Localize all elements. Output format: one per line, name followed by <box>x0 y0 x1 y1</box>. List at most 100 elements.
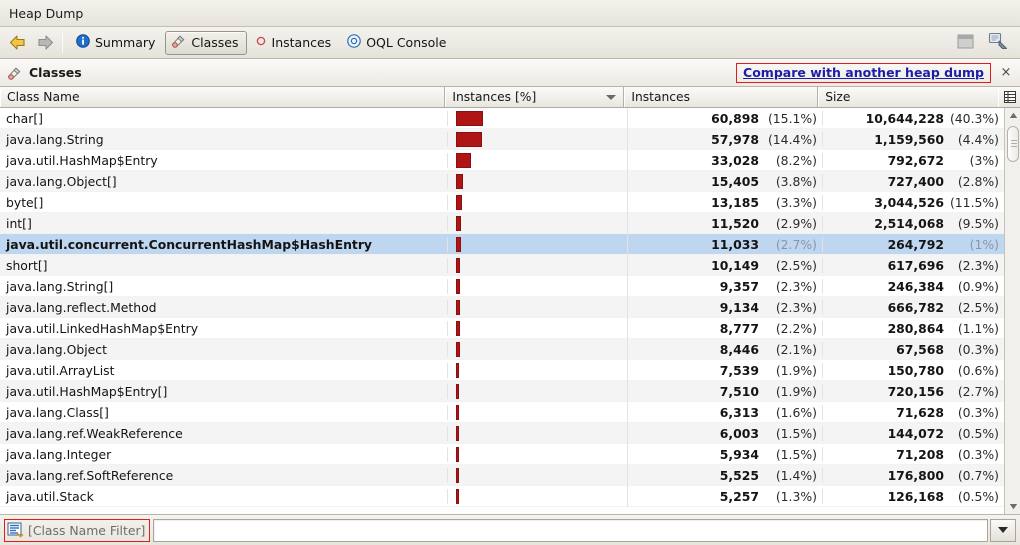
cell-class-name: java.util.Stack <box>0 488 448 504</box>
size-percent: (40.3%) <box>949 110 999 126</box>
size-percent: (0.7%) <box>957 467 999 483</box>
table-row[interactable]: java.lang.Class[] 6,313 (1.6%) 71,628 (0.3%) <box>0 401 1020 423</box>
filter-icon[interactable] <box>7 522 24 538</box>
instances-percent-bar <box>456 467 459 483</box>
table-row[interactable]: short[] 10,149 (2.5%) 617,696 (2.3%) <box>0 254 1020 276</box>
chevron-down-icon <box>998 527 1008 533</box>
instances-percent: (2.3%) <box>775 299 817 315</box>
instances-value: 13,185 <box>711 194 759 210</box>
heap-dump-window: Heap Dump Summary Classes Instances OQL … <box>0 0 1020 545</box>
column-header-instances[interactable]: Instances <box>624 87 819 107</box>
column-chooser-icon[interactable] <box>998 87 1020 107</box>
instances-percent: (1.6%) <box>775 404 817 420</box>
tab-classes[interactable]: Classes <box>165 30 247 55</box>
instances-percent: (1.5%) <box>775 425 817 441</box>
cell-size: 71,208 (0.3%) <box>823 447 1004 462</box>
table-row[interactable]: java.lang.ref.SoftReference 5,525 (1.4%) 17… <box>0 464 1020 486</box>
table-column-headers: Class Name Instances [%] Instances Size <box>0 87 1020 108</box>
window-icon[interactable] <box>957 33 974 53</box>
size-value: 126,168 <box>887 488 944 504</box>
instances-percent-bar <box>456 320 460 336</box>
column-header-instances-pct[interactable]: Instances [%] <box>445 87 625 107</box>
instances-percent-bar <box>456 131 482 147</box>
size-percent: (4.4%) <box>957 131 999 147</box>
instances-percent: (2.2%) <box>775 320 817 336</box>
tab-instances[interactable]: Instances <box>249 31 340 55</box>
filter-history-dropdown-button[interactable] <box>990 518 1016 542</box>
table-row[interactable]: java.lang.String[] 9,357 (2.3%) 246,384 (0.9… <box>0 275 1020 297</box>
table-row[interactable]: java.util.HashMap$Entry 33,028 (8.2%) 792,6… <box>0 149 1020 171</box>
back-arrow-icon[interactable] <box>6 32 28 54</box>
tab-summary-label: Summary <box>95 35 156 50</box>
scrollbar-grip <box>1011 140 1017 148</box>
column-header-size[interactable]: Size <box>818 87 999 107</box>
toolbar-separator <box>62 32 63 53</box>
instances-percent: (3.3%) <box>775 194 817 210</box>
close-icon[interactable]: × <box>997 64 1015 82</box>
toolbar-right-icons <box>957 32 1020 53</box>
table-row[interactable]: java.util.ArrayList 7,539 (1.9%) 150,780 (0.… <box>0 359 1020 381</box>
subheader-actions: Compare with another heap dump × <box>736 62 1020 83</box>
table-row[interactable]: char[] 60,898 (15.1%) 10,644,228 (40.3%) <box>0 108 1020 129</box>
table-row[interactable]: java.util.LinkedHashMap$Entry 8,777 (2.2%)… <box>0 317 1020 339</box>
size-value: 617,696 <box>887 257 944 273</box>
table-row[interactable]: java.lang.ref.WeakReference 6,003 (1.5%) 14… <box>0 422 1020 444</box>
cell-instances: 13,185 (3.3%) <box>628 194 823 210</box>
size-value: 71,208 <box>896 446 944 462</box>
table-row[interactable]: java.util.HashMap$Entry[] 7,510 (1.9%) 720,… <box>0 380 1020 402</box>
cell-instances: 11,520 (2.9%) <box>628 215 823 231</box>
table-row[interactable]: java.util.Stack 5,257 (1.3%) 126,168 (0.5%) <box>0 485 1020 507</box>
cell-class-name: java.lang.ref.SoftReference <box>0 467 448 483</box>
cell-size: 126,168 (0.5%) <box>823 489 1004 504</box>
instances-percent: (15.1%) <box>767 110 817 126</box>
table-row[interactable]: java.util.concurrent.ConcurrentHashMap$H… <box>0 233 1020 255</box>
instances-value: 9,357 <box>719 278 759 294</box>
table-row[interactable]: byte[] 13,185 (3.3%) 3,044,526 (11.5%) <box>0 191 1020 213</box>
size-percent: (1.1%) <box>957 320 999 336</box>
column-header-class-name[interactable]: Class Name <box>0 87 446 107</box>
instances-percent-bar <box>456 278 460 294</box>
cell-instances: 33,028 (8.2%) <box>628 152 823 168</box>
size-value: 666,782 <box>887 299 944 315</box>
compare-heap-dump-highlight: Compare with another heap dump <box>736 62 991 83</box>
classes-icon <box>7 66 22 80</box>
cell-class-name: java.lang.reflect.Method <box>0 299 448 315</box>
scroll-down-icon[interactable] <box>1005 499 1020 514</box>
instances-percent-bar <box>456 152 471 168</box>
table-row[interactable]: java.lang.Integer 5,934 (1.5%) 71,208 (0.3%) <box>0 443 1020 465</box>
cell-class-name: java.util.concurrent.ConcurrentHashMap$H… <box>0 236 448 252</box>
table-vertical-scrollbar[interactable] <box>1004 108 1020 514</box>
cell-instances: 7,510 (1.9%) <box>628 383 823 399</box>
cell-class-name: java.util.HashMap$Entry <box>0 152 448 168</box>
cell-class-name: int[] <box>0 215 448 231</box>
tab-oql-console[interactable]: OQL Console <box>341 31 454 55</box>
cell-class-name: java.lang.String[] <box>0 278 448 294</box>
instances-percent-bar <box>456 299 460 315</box>
size-value: 2,514,068 <box>874 215 944 231</box>
table-row[interactable]: java.lang.reflect.Method 9,134 (2.3%) 666,7… <box>0 296 1020 318</box>
instances-percent-bar <box>456 194 462 210</box>
scroll-up-icon[interactable] <box>1005 108 1020 123</box>
cell-size: 3,044,526 (11.5%) <box>823 195 1004 210</box>
size-percent: (2.8%) <box>957 173 999 189</box>
compare-with-another-heap-dump-link[interactable]: Compare with another heap dump <box>743 65 984 80</box>
class-name-filter-input[interactable] <box>153 518 988 542</box>
sort-descending-icon <box>606 95 617 100</box>
heap-dump-icon[interactable] <box>988 32 1008 53</box>
size-value: 10,644,228 <box>865 110 944 126</box>
table-row[interactable]: int[] 11,520 (2.9%) 2,514,068 (9.5%) <box>0 212 1020 234</box>
size-value: 150,780 <box>887 362 944 378</box>
cell-instances: 5,934 (1.5%) <box>628 446 823 462</box>
table-row[interactable]: java.lang.Object[] 15,405 (3.8%) 727,400 (2.… <box>0 170 1020 192</box>
instances-value: 5,525 <box>719 467 759 483</box>
instances-value: 7,510 <box>719 383 759 399</box>
table-row[interactable]: java.lang.Object 8,446 (2.1%) 67,568 (0.3%) <box>0 338 1020 360</box>
size-value: 720,156 <box>887 383 944 399</box>
size-value: 1,159,560 <box>874 131 944 147</box>
classes-icon <box>171 34 186 51</box>
table-row[interactable]: java.lang.String 57,978 (14.4%) 1,159,560 (4… <box>0 128 1020 150</box>
size-percent: (2.5%) <box>957 299 999 315</box>
tab-summary[interactable]: Summary <box>70 31 163 55</box>
instances-value: 9,134 <box>719 299 759 315</box>
scrollbar-thumb[interactable] <box>1007 126 1019 162</box>
